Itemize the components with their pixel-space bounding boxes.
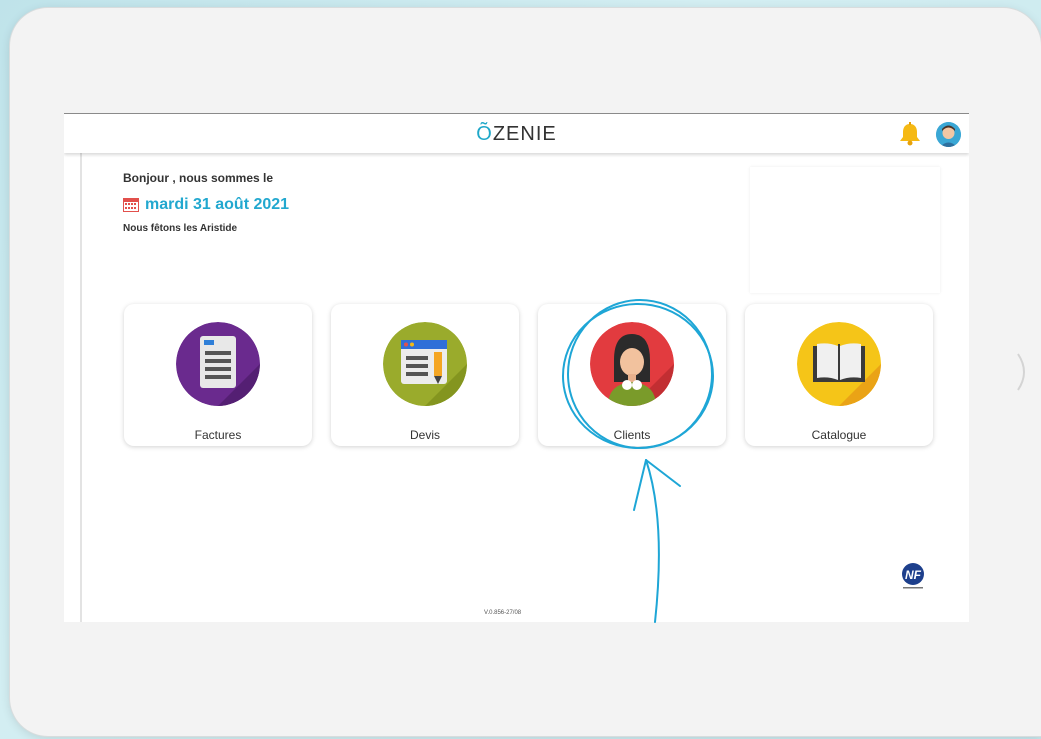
- catalogue-label: Catalogue: [811, 428, 867, 442]
- catalogue-card[interactable]: Catalogue: [745, 304, 933, 446]
- date-label: mardi 31 août 2021: [145, 196, 290, 213]
- next-page-indicator[interactable]: [1014, 352, 1034, 392]
- quote-icon: [383, 322, 467, 406]
- factures-card[interactable]: Factures: [124, 304, 312, 446]
- current-date: mardi 31 août 2021: [123, 196, 289, 214]
- bell-icon[interactable]: [897, 121, 923, 147]
- calendar-icon: [123, 198, 139, 212]
- catalogue-icon: [797, 322, 881, 406]
- nf-certification-badge: NF: [902, 563, 924, 589]
- saint-of-day: Nous fêtons les Aristide: [123, 223, 238, 234]
- app-version: V.0.856-27/08: [484, 610, 522, 616]
- client-icon: [590, 322, 674, 406]
- clients-label: Clients: [613, 428, 651, 442]
- devis-label: Devis: [409, 428, 440, 442]
- svg-text:NF: NF: [905, 568, 922, 582]
- devis-card[interactable]: Devis: [331, 304, 519, 446]
- greeting-text: Bonjour , nous sommes le: [123, 171, 274, 185]
- info-widget: [750, 167, 940, 293]
- user-avatar-icon[interactable]: [936, 122, 961, 147]
- sidebar-divider: [80, 152, 82, 622]
- app-logo: ÕZENIE: [476, 123, 557, 145]
- invoice-icon: [176, 322, 260, 406]
- clients-card[interactable]: Clients: [538, 304, 726, 446]
- factures-label: Factures: [194, 428, 242, 442]
- app-screen: ÕZENIE Bonjour , nous sommes le mardi 31…: [64, 113, 969, 622]
- top-bar: ÕZENIE: [64, 113, 969, 153]
